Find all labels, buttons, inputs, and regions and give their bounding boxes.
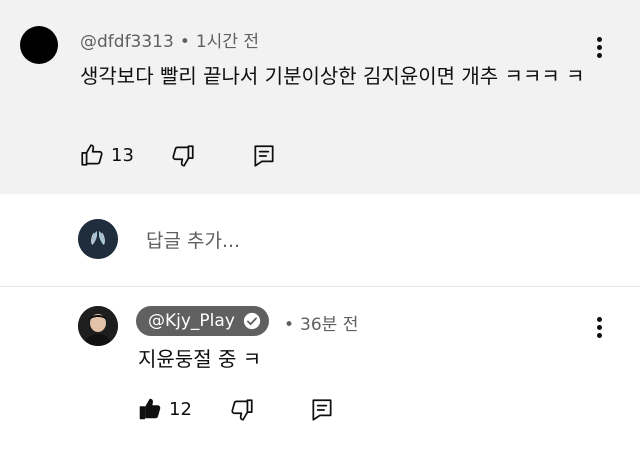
more-options-icon[interactable] — [597, 37, 603, 61]
more-options-icon[interactable] — [597, 317, 603, 341]
comment-text: 생각보다 빨리 끝나서 기분이상한 김지윤이면 개추 ㅋㅋㅋ ㅋ — [80, 64, 585, 88]
avatar — [78, 219, 118, 259]
reply-icon[interactable] — [309, 397, 335, 423]
comment-actions: 12 — [137, 396, 192, 422]
reply-icon[interactable] — [251, 143, 277, 169]
thumbs-down-icon[interactable] — [229, 397, 255, 423]
comment-text: 지윤둥절 중 ㅋ — [138, 347, 262, 371]
thumbs-up-icon[interactable] — [79, 142, 105, 168]
divider — [0, 286, 640, 287]
angel-wings-icon — [78, 219, 118, 259]
comment-time[interactable]: 1시간 전 — [196, 32, 259, 52]
comment-author: @Kjy_Play — [148, 311, 235, 331]
comment-author[interactable]: @dfdf3313 — [80, 32, 174, 52]
avatar[interactable] — [78, 306, 118, 346]
comment-actions: 13 — [79, 142, 134, 168]
comment-meta: • 36분 전 — [284, 315, 359, 335]
profile-photo — [78, 306, 118, 346]
thumbs-down-icon[interactable] — [170, 143, 196, 169]
comment-meta: @dfdf3313 • 1시간 전 — [80, 32, 259, 52]
thumbs-up-filled-icon[interactable] — [137, 396, 163, 422]
comment-time[interactable]: 36분 전 — [300, 315, 358, 335]
reply-input[interactable]: 답글 추가... — [146, 226, 240, 253]
like-count: 13 — [111, 144, 134, 166]
like-count: 12 — [169, 398, 192, 420]
avatar[interactable] — [20, 26, 58, 64]
creator-badge[interactable]: @Kjy_Play — [136, 306, 269, 336]
verified-check-icon — [243, 312, 260, 330]
